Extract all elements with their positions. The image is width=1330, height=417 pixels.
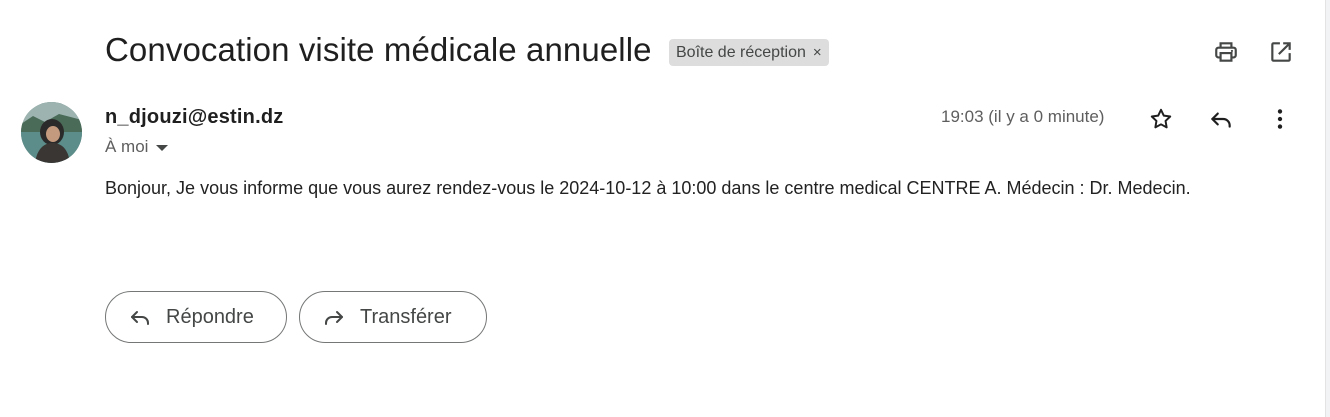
print-button[interactable] <box>1212 38 1240 66</box>
reply-icon <box>1211 112 1231 128</box>
label-chip-text: Boîte de réception <box>676 43 806 61</box>
label-chip-inbox[interactable]: Boîte de réception × <box>669 39 829 66</box>
forward-button-label: Transférer <box>360 305 452 328</box>
open-new-window-button[interactable] <box>1267 38 1295 66</box>
email-body: Bonjour, Je vous informe que vous aurez … <box>105 178 1191 198</box>
reply-button[interactable]: Répondre <box>105 291 287 343</box>
star-outline-icon <box>1150 108 1172 129</box>
forward-icon <box>322 305 346 329</box>
sender-email: n_djouzi@estin.dz <box>105 106 284 128</box>
reply-icon-button[interactable] <box>1207 105 1235 133</box>
star-button[interactable] <box>1147 105 1175 133</box>
scrollbar-track[interactable] <box>1325 0 1330 417</box>
avatar[interactable] <box>21 102 82 163</box>
reply-button-label: Répondre <box>166 305 254 328</box>
more-vert-icon <box>1277 109 1283 129</box>
open-in-new-icon <box>1271 42 1291 62</box>
label-remove-icon[interactable]: × <box>813 44 822 61</box>
forward-button[interactable]: Transférer <box>299 291 487 343</box>
recipients-label: À moi <box>105 137 149 156</box>
chevron-down-icon <box>156 145 169 151</box>
recipients-toggle[interactable]: À moi <box>105 137 169 157</box>
more-options-button[interactable] <box>1266 105 1294 133</box>
print-icon <box>1215 42 1237 62</box>
email-subject: Convocation visite médicale annuelle <box>105 31 652 68</box>
avatar-image <box>21 102 82 163</box>
reply-icon <box>128 305 152 329</box>
timestamp: 19:03 (il y a 0 minute) <box>941 107 1105 126</box>
